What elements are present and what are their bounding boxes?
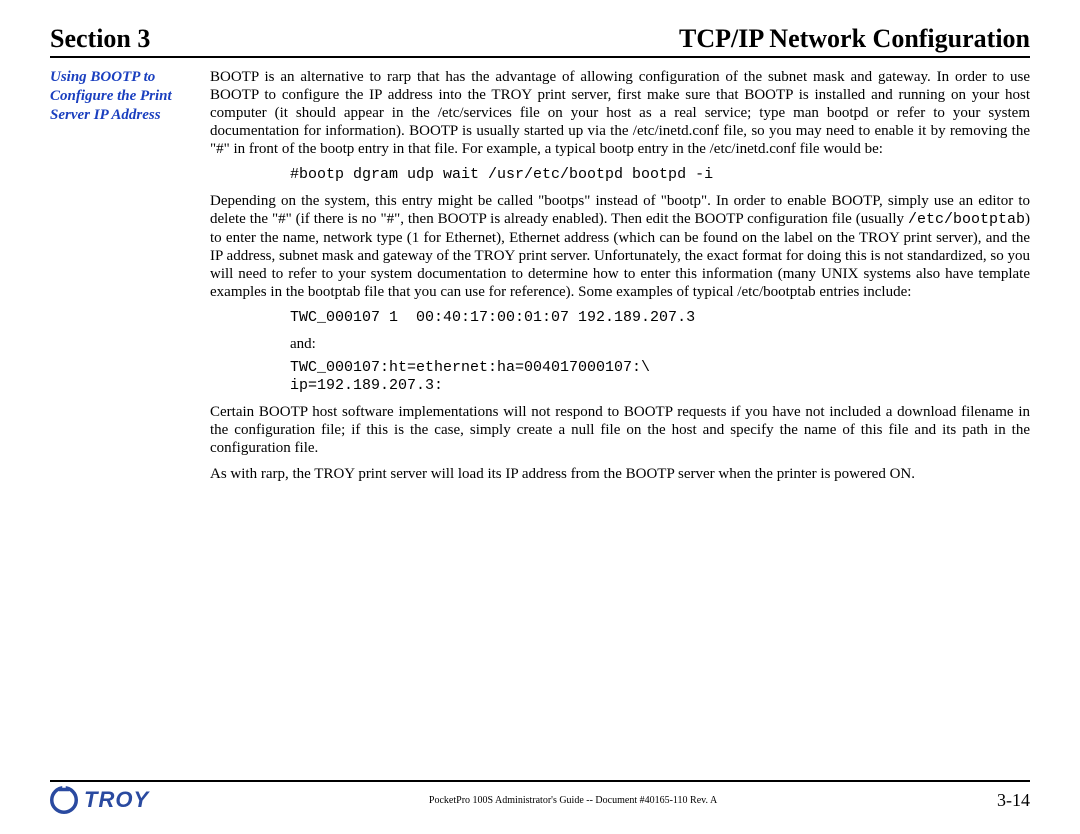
paragraph-3: Certain BOOTP host software implementati… bbox=[210, 403, 1030, 457]
sidebar-heading: Using BOOTP to Configure the Print Serve… bbox=[50, 68, 210, 491]
page-number: 3-14 bbox=[997, 790, 1030, 811]
footer-rule bbox=[50, 780, 1030, 782]
main-content: BOOTP is an alternative to rarp that has… bbox=[210, 68, 1030, 491]
page-footer: TROY PocketPro 100S Administrator's Guid… bbox=[50, 780, 1030, 814]
footer-row: TROY PocketPro 100S Administrator's Guid… bbox=[50, 786, 1030, 814]
paragraph-1: BOOTP is an alternative to rarp that has… bbox=[210, 68, 1030, 158]
paragraph-4: As with rarp, the TROY print server will… bbox=[210, 465, 1030, 483]
brand-name: TROY bbox=[84, 787, 149, 813]
code-block-1: #bootp dgram udp wait /usr/etc/bootpd bo… bbox=[210, 166, 1030, 184]
and-label: and: bbox=[210, 335, 1030, 353]
brand-logo: TROY bbox=[50, 786, 149, 814]
code-block-2: TWC_000107 1 00:40:17:00:01:07 192.189.2… bbox=[210, 309, 1030, 327]
inline-code-bootptab: /etc/bootptab bbox=[908, 211, 1025, 228]
page-body: Using BOOTP to Configure the Print Serve… bbox=[50, 68, 1030, 491]
page-title: TCP/IP Network Configuration bbox=[679, 24, 1030, 54]
document-page: Section 3 TCP/IP Network Configuration U… bbox=[0, 0, 1080, 834]
document-id: PocketPro 100S Administrator's Guide -- … bbox=[429, 795, 717, 806]
page-header: Section 3 TCP/IP Network Configuration bbox=[50, 24, 1030, 58]
section-label: Section 3 bbox=[50, 24, 150, 54]
brand-logo-icon bbox=[50, 786, 78, 814]
code-block-3: TWC_000107:ht=ethernet:ha=004017000107:\… bbox=[210, 359, 1030, 395]
paragraph-2: Depending on the system, this entry migh… bbox=[210, 192, 1030, 301]
